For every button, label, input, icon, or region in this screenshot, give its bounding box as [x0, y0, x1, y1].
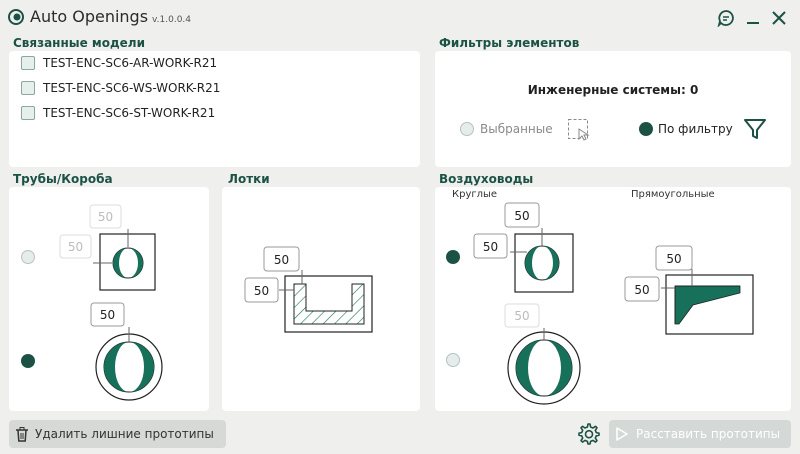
trays-title: Лотки [228, 172, 270, 186]
ducts-round-b-offset: 50 [514, 309, 529, 323]
by-filter-radio[interactable] [639, 122, 653, 136]
linked-models-panel: TEST-ENC-SC6-AR-WORK-R21 TEST-ENC-SC6-WS… [9, 51, 420, 167]
element-filters-panel: Инженерные системы: 0 Выбранные По фильт… [435, 51, 791, 167]
systems-count: Инженерные системы: 0 [527, 83, 699, 97]
ducts-round-top-offset: 50 [514, 209, 529, 223]
ducts-round-side-offset: 50 [483, 240, 498, 254]
place-prototypes-button[interactable]: Расставить прототипы [609, 420, 791, 448]
selected-radio[interactable] [460, 122, 474, 136]
model-checkbox[interactable] [21, 56, 35, 70]
pipes-title: Трубы/Короба [13, 172, 113, 186]
title-bar: Auto Openings v.1.0.0.4 [0, 0, 800, 34]
trays-diagram: 50 50 [244, 246, 373, 333]
pipes-b-offset: 50 [100, 308, 115, 322]
trays-panel: 50 50 [222, 187, 420, 411]
ducts-title: Воздуховоды [439, 172, 534, 186]
model-item[interactable]: TEST-ENC-SC6-WS-WORK-R21 [21, 78, 220, 98]
model-checkbox[interactable] [21, 106, 35, 120]
filter-icon[interactable] [743, 117, 767, 141]
place-prototypes-label: Расставить прототипы [636, 427, 781, 441]
model-label: TEST-ENC-SC6-AR-WORK-R21 [43, 56, 218, 70]
pipes-a-side-offset: 50 [68, 240, 83, 254]
model-item[interactable]: TEST-ENC-SC6-AR-WORK-R21 [21, 53, 217, 73]
ducts-panel: Круглые Прямоугольные 50 50 50 50 50 [435, 187, 791, 411]
model-checkbox[interactable] [21, 81, 35, 95]
model-label: TEST-ENC-SC6-WS-WORK-R21 [43, 81, 221, 95]
model-label: TEST-ENC-SC6-ST-WORK-R21 [43, 106, 216, 120]
delete-prototypes-label: Удалить лишние прототипы [35, 427, 214, 441]
pipes-panel: 50 50 50 [9, 187, 209, 411]
selected-label: Выбранные [480, 122, 553, 136]
trays-side-offset: 50 [254, 284, 269, 298]
by-filter-label: По фильтру [658, 122, 733, 136]
linked-models-title: Связанные модели [13, 36, 146, 50]
app-logo-icon [8, 9, 24, 25]
close-icon[interactable] [771, 10, 787, 26]
select-elements-icon[interactable] [567, 118, 591, 142]
ducts-rect-side-offset: 50 [634, 283, 649, 297]
play-icon [616, 427, 628, 441]
trays-top-offset: 50 [274, 253, 289, 267]
element-filters-title: Фильтры элементов [439, 36, 580, 50]
trash-icon [16, 427, 28, 442]
pipes-diagram: 50 50 50 [59, 204, 163, 401]
minimize-icon[interactable] [745, 10, 761, 26]
settings-gear-icon[interactable] [576, 422, 600, 446]
model-item[interactable]: TEST-ENC-SC6-ST-WORK-R21 [21, 103, 215, 123]
feedback-icon[interactable] [717, 9, 735, 27]
app-version: v.1.0.0.4 [152, 15, 192, 25]
ducts-diagram: 50 50 50 50 50 [473, 202, 754, 405]
pipes-a-top-offset: 50 [98, 210, 113, 224]
app-title-text: Auto Openings [30, 7, 149, 26]
ducts-rect-top-offset: 50 [666, 252, 681, 266]
delete-prototypes-button[interactable]: Удалить лишние прототипы [9, 420, 226, 448]
app-title: Auto Openings v.1.0.0.4 [30, 7, 191, 26]
